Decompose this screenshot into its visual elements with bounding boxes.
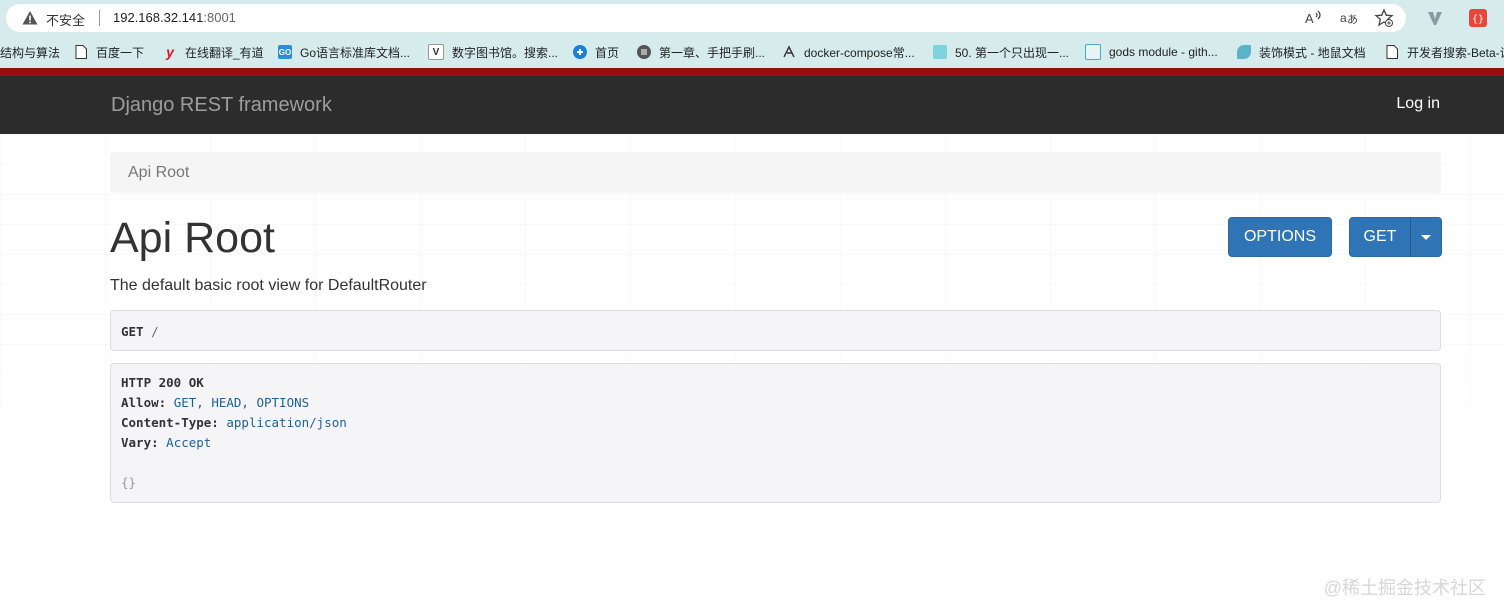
url-host: 192.168.32.141	[113, 10, 204, 25]
bookmark-label: Go语言标准库文档...	[300, 45, 411, 60]
svg-text:{}: {}	[1472, 14, 1484, 25]
header-name: Content-Type:	[121, 415, 219, 430]
bookmark-label: 第一章、手把手刷...	[659, 45, 766, 60]
go-icon: GO	[278, 45, 292, 59]
bookmark-label: 在线翻译_有道	[185, 45, 264, 60]
warning-icon[interactable]	[22, 10, 38, 26]
v-icon: V	[428, 44, 444, 60]
extension-v-icon[interactable]	[1425, 8, 1445, 28]
header-value: Accept	[166, 435, 212, 450]
book-icon	[637, 45, 651, 59]
response-body: {}	[121, 475, 137, 490]
bookmark-item[interactable]: 装饰模式 - 地鼠文档	[1237, 43, 1366, 61]
insecure-label[interactable]: 不安全	[46, 10, 85, 29]
bookmark-item[interactable]: 第一章、手把手刷...	[637, 43, 765, 61]
header-name: Allow:	[121, 395, 167, 410]
response-status: HTTP 200 OK	[121, 375, 204, 390]
request-line: GET /	[121, 324, 159, 339]
url-port: :8001	[203, 10, 236, 25]
gopher-fish-icon	[1237, 45, 1251, 59]
request-info: GET /	[110, 310, 1441, 351]
page-title: Api Root	[110, 214, 275, 262]
bookmark-label: 结构与算法	[0, 45, 61, 60]
svg-text:あ: あ	[1347, 13, 1358, 26]
leaf-icon	[782, 45, 796, 59]
accent-bar	[0, 68, 1504, 76]
header-value: GET, HEAD, OPTIONS	[173, 395, 310, 410]
youdao-icon: y	[166, 44, 174, 60]
page-description: The default basic root view for DefaultR…	[110, 277, 427, 294]
response-header: Content-Type: application/json	[121, 415, 347, 430]
breadcrumb: Api Root	[110, 152, 1441, 193]
request-path: /	[151, 324, 159, 339]
url-text[interactable]: 192.168.32.141:8001	[113, 10, 236, 25]
bookmark-item[interactable]: 结构与算法	[0, 43, 60, 61]
bookmark-label: gods module - gith...	[1109, 45, 1218, 59]
bookmark-item[interactable]: 首页	[573, 43, 619, 61]
watermark: @稀土掘金技术社区	[1323, 578, 1486, 598]
caret-down-icon	[1421, 234, 1431, 240]
bookmark-item[interactable]: 百度一下	[74, 43, 144, 61]
bookmark-item[interactable]: gods module - gith...	[1085, 43, 1218, 61]
url-separator	[99, 10, 100, 26]
blue-circle-icon	[573, 45, 587, 59]
bookmark-label: docker-compose常...	[804, 45, 915, 60]
bookmark-label: 数字图书馆。搜索...	[452, 45, 559, 60]
navbar-brand[interactable]: Django REST framework	[111, 94, 332, 117]
get-format-dropdown[interactable]	[1410, 217, 1442, 257]
bookmark-item[interactable]: docker-compose常...	[782, 43, 915, 61]
bookmark-label: 50. 第一个只出现一...	[955, 45, 1070, 60]
read-aloud-icon[interactable]: A	[1303, 8, 1323, 28]
bookmark-label: 开发者搜索-Beta-让	[1407, 45, 1504, 60]
page-icon	[74, 45, 88, 59]
bookmarks-bar: 结构与算法 百度一下 y 在线翻译_有道 GO Go语言标准库文档... V 数…	[0, 36, 1504, 68]
get-button[interactable]: GET	[1349, 217, 1411, 257]
navbar: Django REST framework Log in	[0, 76, 1504, 134]
header-name: Vary:	[121, 435, 159, 450]
page-icon	[1385, 45, 1399, 59]
breadcrumb-item-api-root[interactable]: Api Root	[128, 164, 189, 182]
favorite-star-icon[interactable]	[1374, 8, 1394, 28]
cyan-icon	[933, 45, 947, 59]
gopher-icon	[1085, 44, 1101, 60]
header-value: application/json	[226, 415, 347, 430]
bookmark-label: 首页	[595, 45, 620, 60]
translate-icon[interactable]: a あ	[1339, 8, 1359, 28]
response-header: Allow: GET, HEAD, OPTIONS	[121, 395, 309, 410]
login-link[interactable]: Log in	[1396, 95, 1440, 113]
svg-text:A: A	[1305, 11, 1314, 26]
bookmark-item[interactable]: y 在线翻译_有道	[163, 43, 264, 61]
extension-red-icon[interactable]: {}	[1468, 8, 1488, 28]
main-content: Api Root Api Root OPTIONS GET The defaul…	[0, 134, 1504, 615]
request-method: GET	[121, 324, 144, 339]
bookmark-label: 百度一下	[96, 45, 145, 60]
bookmark-item[interactable]: 50. 第一个只出现一...	[933, 43, 1069, 61]
options-button[interactable]: OPTIONS	[1228, 217, 1332, 257]
browser-address-bar: 不安全 192.168.32.141:8001 A a あ {}	[0, 0, 1504, 36]
bookmark-item[interactable]: GO Go语言标准库文档...	[278, 43, 410, 61]
response-info: HTTP 200 OK Allow: GET, HEAD, OPTIONS Co…	[110, 363, 1441, 503]
bookmark-item[interactable]: V 数字图书馆。搜索...	[428, 43, 558, 61]
response-header: Vary: Accept	[121, 435, 211, 450]
svg-text:a: a	[1340, 11, 1347, 25]
bookmark-item[interactable]: 开发者搜索-Beta-让	[1385, 43, 1504, 61]
bookmark-label: 装饰模式 - 地鼠文档	[1259, 45, 1366, 60]
